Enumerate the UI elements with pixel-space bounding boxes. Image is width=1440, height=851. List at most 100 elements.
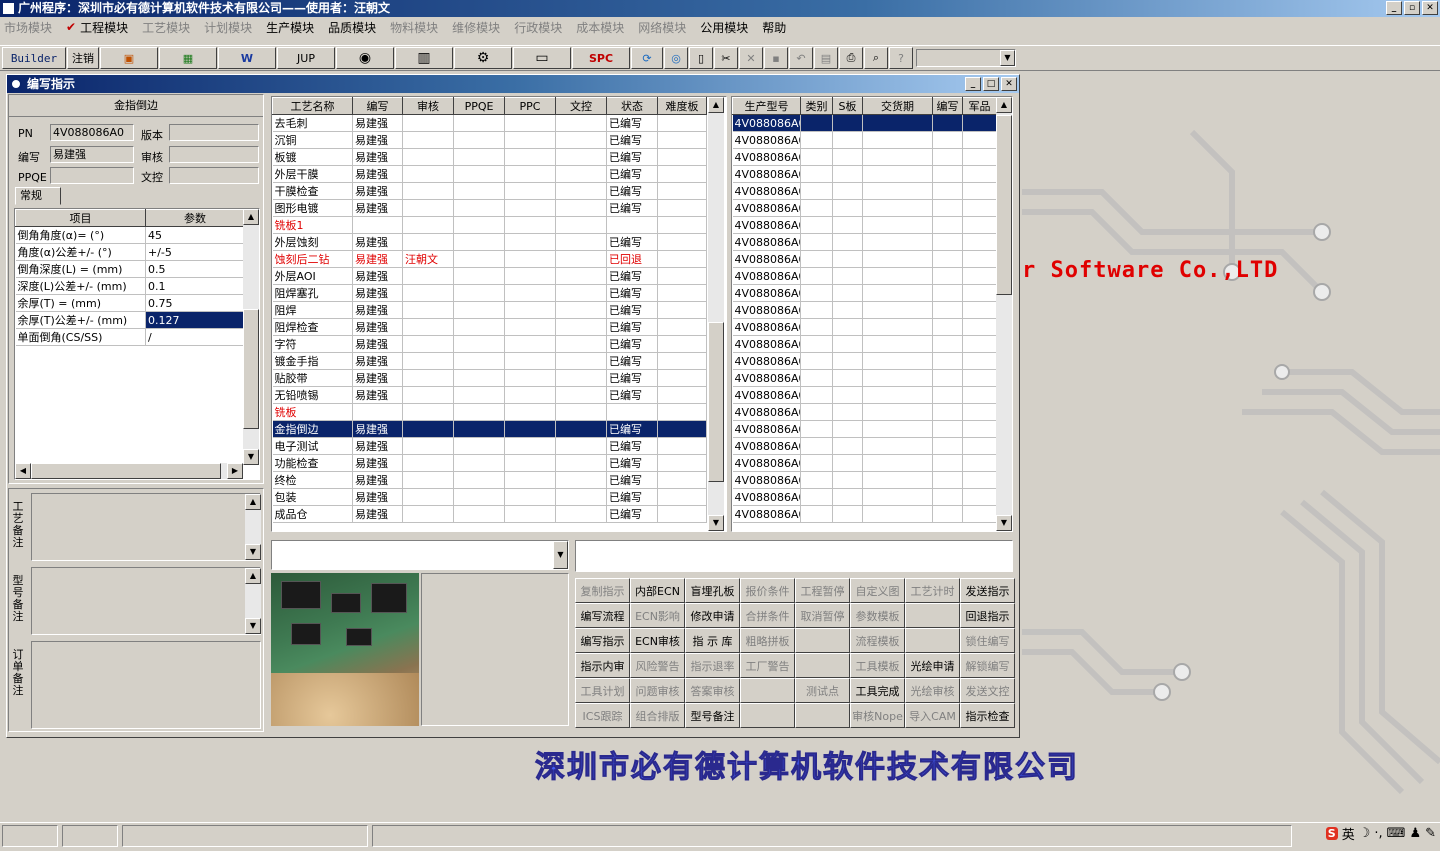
model-col-header[interactable]: S板 — [832, 97, 863, 115]
scroll-thumb[interactable] — [708, 322, 724, 482]
menu-item-11[interactable]: 公用模块 — [700, 19, 748, 36]
table-row[interactable]: 板镀 易建强 已编写 — [272, 148, 707, 166]
param-value[interactable]: 0.75 — [145, 294, 245, 312]
action-button[interactable]: 工具模板 — [850, 653, 905, 678]
action-button[interactable]: 报价条件 — [740, 578, 795, 603]
action-button[interactable]: 自定义图 — [850, 578, 905, 603]
action-button[interactable]: 指示退率 — [685, 653, 740, 678]
pn-field[interactable]: 4V088086A0 — [50, 124, 134, 141]
restore-button[interactable]: ▫ — [1404, 1, 1420, 15]
table-row[interactable]: 贴胶带 易建强 已编写 — [272, 369, 707, 387]
param-row[interactable]: 倒角深度(L) = (mm) 0.5 — [15, 260, 245, 278]
action-button[interactable]: 流程模板 — [850, 628, 905, 653]
delete-icon[interactable]: ✕ — [739, 47, 763, 69]
table-row[interactable]: 沉铜 易建强 已编写 — [272, 131, 707, 149]
table-row[interactable]: 阻焊塞孔 易建强 已编写 — [272, 284, 707, 302]
new-document-icon[interactable]: ▯ — [689, 47, 713, 69]
builder-button[interactable]: Builder — [2, 47, 66, 69]
menu-item-12[interactable]: 帮助 — [762, 19, 786, 36]
hscroll-thumb[interactable] — [31, 463, 221, 479]
scroll-down-icon[interactable]: ▼ — [245, 544, 261, 560]
version-field[interactable] — [169, 124, 259, 141]
tab-general[interactable]: 常规 — [15, 187, 61, 205]
action-button[interactable]: 盲埋孔板 — [685, 578, 740, 603]
action-button[interactable]: 答案审核 — [685, 678, 740, 703]
writer-field[interactable]: 易建强 — [50, 146, 134, 163]
model-col-header[interactable]: 类别 — [800, 97, 833, 115]
action-button[interactable]: 问题审核 — [630, 678, 685, 703]
table-row[interactable]: 4V088086A0 — [732, 437, 997, 455]
action-button[interactable]: 风险警告 — [630, 653, 685, 678]
table-row[interactable]: 4V088086A0 — [732, 199, 997, 217]
scroll-right-icon[interactable]: ▶ — [227, 463, 243, 479]
review-field[interactable] — [169, 146, 259, 163]
table-row[interactable]: 图形电镀 易建强 已编写 — [272, 199, 707, 217]
punctuation-icon[interactable]: ·, — [1374, 826, 1382, 841]
chevron-down-icon[interactable]: ▼ — [1000, 50, 1015, 66]
action-button[interactable]: 型号备注 — [685, 703, 740, 728]
action-button[interactable]: 指示内审 — [575, 653, 630, 678]
logout-button[interactable]: 注销 — [67, 47, 99, 69]
table-row[interactable]: 4V088086A0 — [732, 471, 997, 489]
jup-button[interactable]: JUP — [277, 47, 335, 69]
scroll-down-icon[interactable]: ▼ — [245, 618, 261, 634]
action-button[interactable]: 组合排版 — [630, 703, 685, 728]
action-button[interactable]: 测试点 — [795, 678, 850, 703]
database-icon[interactable]: ▥ — [395, 47, 453, 69]
param-row[interactable]: 余厚(T) = (mm) 0.75 — [15, 294, 245, 312]
table-row[interactable]: 4V088086A0 — [732, 148, 997, 166]
param-row[interactable]: 深度(L)公差+/- (mm) 0.1 — [15, 277, 245, 295]
param-value[interactable]: 0.1 — [145, 277, 245, 295]
table-row[interactable]: 无铅喷锡 易建强 已编写 — [272, 386, 707, 404]
table-row[interactable]: 电子测试 易建强 已编写 — [272, 437, 707, 455]
action-button[interactable]: 内部ECN — [630, 578, 685, 603]
ime-language[interactable]: 英 — [1342, 824, 1355, 843]
action-button[interactable]: 工厂警告 — [740, 653, 795, 678]
menu-item-6[interactable]: 物料模块 — [390, 19, 438, 36]
action-button[interactable]: 工具完成 — [850, 678, 905, 703]
param-row[interactable]: 单面倒角(CS/SS) / — [15, 328, 245, 346]
help-icon[interactable]: ? — [889, 47, 913, 69]
table-row[interactable]: 4V088086A0 — [732, 114, 997, 132]
action-button[interactable]: 工艺计时 — [905, 578, 960, 603]
network-icon[interactable]: ⚙ — [454, 47, 512, 69]
scroll-down-icon[interactable]: ▼ — [996, 515, 1012, 531]
window-close-button[interactable]: ✕ — [1001, 77, 1017, 91]
scroll-up-icon[interactable]: ▲ — [996, 97, 1012, 113]
table-row[interactable]: 4V088086A0 — [732, 403, 997, 421]
action-button[interactable]: 编写流程 — [575, 603, 630, 628]
instruction-text-input[interactable] — [575, 540, 1013, 572]
param-value[interactable]: / — [145, 328, 245, 346]
preview-icon[interactable]: ▤ — [814, 47, 838, 69]
ime-logo-icon[interactable]: S — [1325, 827, 1338, 840]
table-row[interactable]: 阻焊检查 易建强 已编写 — [272, 318, 707, 336]
action-button[interactable]: 发送指示 — [960, 578, 1015, 603]
word-icon[interactable]: W — [218, 47, 276, 69]
table-row[interactable]: 4V088086A0 — [732, 216, 997, 234]
find-icon[interactable]: ⌕ — [864, 47, 888, 69]
save-icon[interactable]: ▪ — [764, 47, 788, 69]
remark-textarea[interactable]: ▲ ▼ — [31, 567, 261, 635]
param-row[interactable]: 余厚(T)公差+/- (mm) 0.127 — [15, 311, 245, 329]
table-row[interactable]: 4V088086A0 — [732, 488, 997, 506]
scroll-down-icon[interactable]: ▼ — [243, 449, 259, 465]
action-button[interactable]: ECN审核 — [630, 628, 685, 653]
scroll-down-icon[interactable]: ▼ — [708, 515, 724, 531]
action-button[interactable]: 修改申请 — [685, 603, 740, 628]
window-maximize-button[interactable]: □ — [983, 77, 999, 91]
table-row[interactable]: 镀金手指 易建强 已编写 — [272, 352, 707, 370]
action-button[interactable]: 工程暂停 — [795, 578, 850, 603]
table-row[interactable]: 4V088086A0 — [732, 369, 997, 387]
action-button[interactable]: 编写指示 — [575, 628, 630, 653]
menu-item-9[interactable]: 成本模块 — [576, 19, 624, 36]
action-button[interactable]: 导入CAM — [905, 703, 960, 728]
model-col-header[interactable]: 编写 — [932, 97, 963, 115]
powerpoint-icon[interactable]: ▣ — [100, 47, 158, 69]
table-row[interactable]: 4V088086A0 — [732, 182, 997, 200]
model-col-header[interactable]: 交货期 — [862, 97, 933, 115]
minimize-button[interactable]: _ — [1386, 1, 1402, 15]
browser-icon[interactable]: ◎ — [664, 47, 688, 69]
action-button[interactable]: ICS跟踪 — [575, 703, 630, 728]
param-value[interactable]: 0.5 — [145, 260, 245, 278]
close-button[interactable]: ✕ — [1422, 1, 1438, 15]
